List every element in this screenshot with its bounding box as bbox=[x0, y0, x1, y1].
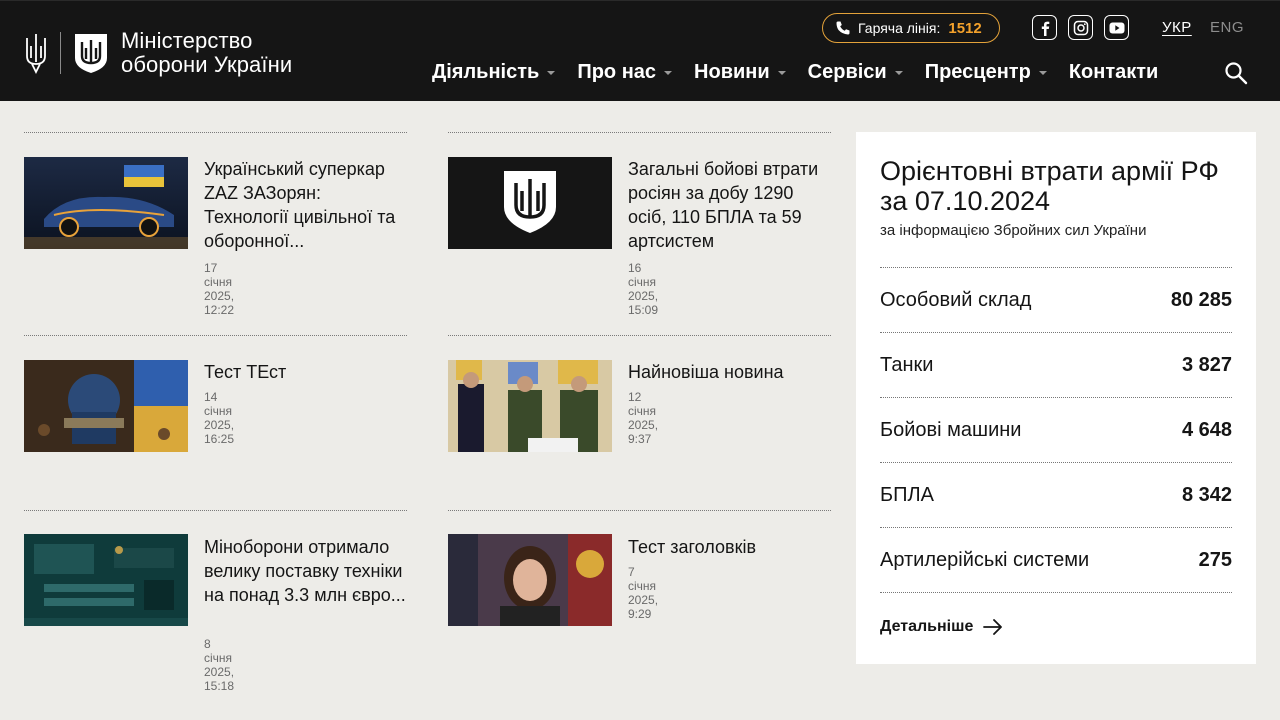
losses-row-value: 80 285 bbox=[1170, 288, 1232, 311]
losses-row: Артилерійські системи 275 bbox=[880, 527, 1232, 592]
losses-more-label: Детальніше bbox=[880, 618, 974, 635]
news-divider bbox=[24, 335, 407, 336]
nav-item-presscenter[interactable]: Пресцентр bbox=[925, 61, 1047, 84]
news-divider bbox=[448, 335, 831, 336]
nav-item-services[interactable]: Сервіси bbox=[808, 61, 903, 84]
lang-eng-link[interactable]: ENG bbox=[1210, 19, 1244, 36]
news-divider bbox=[24, 510, 407, 511]
chevron-down-icon bbox=[547, 70, 556, 75]
news-title[interactable]: Тест заголовків bbox=[628, 535, 833, 559]
logo-divider bbox=[60, 32, 61, 74]
nav-label: Діяльність bbox=[432, 61, 540, 83]
losses-panel: Орієнтовні втрати армії РФ за 07.10.2024… bbox=[856, 132, 1256, 664]
nav-label: Новини bbox=[694, 61, 770, 83]
losses-row: Бойові машини 4 648 bbox=[880, 397, 1232, 462]
chevron-down-icon bbox=[1038, 70, 1047, 75]
hotline-number: 1512 bbox=[948, 19, 982, 37]
trident-icon bbox=[26, 34, 46, 74]
losses-row-label: БПЛА bbox=[880, 483, 934, 506]
news-thumbnail[interactable] bbox=[24, 534, 188, 626]
news-date: 17 січня 2025, 12:22 bbox=[204, 261, 235, 317]
news-divider bbox=[24, 132, 407, 133]
instagram-icon bbox=[1073, 20, 1088, 35]
instagram-link[interactable] bbox=[1068, 15, 1093, 40]
news-date: 8 січня 2025, 15:18 bbox=[204, 637, 235, 693]
nav-item-news[interactable]: Новини bbox=[694, 61, 786, 84]
losses-subtitle: за інформацією Збройних сил України bbox=[880, 222, 1147, 239]
nav-label: Про нас bbox=[577, 61, 657, 83]
news-title[interactable]: Загальні бойові втрати росіян за добу 12… bbox=[628, 157, 833, 253]
losses-row-value: 275 bbox=[1198, 548, 1232, 571]
losses-row-label: Особовий склад bbox=[880, 288, 1032, 311]
logo-line-2: оборони України bbox=[121, 52, 293, 77]
nav-item-contacts[interactable]: Контакти bbox=[1069, 61, 1159, 84]
hotline-label: Гаряча лінія: bbox=[858, 20, 941, 36]
search-icon[interactable] bbox=[1224, 61, 1248, 85]
hotline-button[interactable]: Гаряча лінія: 1512 bbox=[822, 13, 1000, 43]
losses-more-link[interactable]: Детальніше bbox=[880, 618, 1003, 636]
losses-row: БПЛА 8 342 bbox=[880, 462, 1232, 527]
main-nav: Діяльність Про нас Новини Сервіси Пресце… bbox=[432, 61, 1180, 84]
losses-divider bbox=[880, 592, 1232, 593]
news-title[interactable]: Міноборони отримало велику поставку техн… bbox=[204, 535, 409, 607]
site-logo[interactable]: Міністерство оборони України bbox=[24, 29, 292, 77]
losses-row-label: Артилерійські системи bbox=[880, 548, 1090, 571]
news-title[interactable]: Український суперкар ZAZ ЗАЗорян: Технол… bbox=[204, 157, 409, 253]
ministry-shield-icon bbox=[75, 34, 107, 73]
losses-row-value: 8 342 bbox=[1181, 483, 1232, 506]
news-thumbnail[interactable] bbox=[24, 360, 188, 452]
news-title[interactable]: Тест ТЕст bbox=[204, 360, 409, 384]
losses-row-label: Танки bbox=[880, 353, 934, 376]
losses-row: Особовий склад 80 285 bbox=[880, 267, 1232, 332]
news-thumbnail[interactable] bbox=[448, 360, 612, 452]
facebook-icon bbox=[1041, 21, 1049, 36]
losses-title: Орієнтовні втрати армії РФ за 07.10.2024 bbox=[880, 156, 1219, 216]
news-date: 12 січня 2025, 9:37 bbox=[628, 390, 659, 446]
chevron-down-icon bbox=[894, 70, 903, 75]
logo-text: Міністерство оборони України bbox=[121, 29, 292, 77]
nav-label: Контакти bbox=[1068, 61, 1159, 83]
nav-item-about[interactable]: Про нас bbox=[577, 61, 673, 84]
news-thumbnail[interactable] bbox=[448, 157, 612, 249]
youtube-icon bbox=[1109, 22, 1124, 33]
chevron-down-icon bbox=[664, 70, 673, 75]
phone-icon bbox=[836, 21, 850, 35]
nav-label: Пресцентр bbox=[924, 61, 1031, 83]
news-thumbnail[interactable] bbox=[448, 534, 612, 626]
chevron-down-icon bbox=[777, 70, 786, 75]
news-date: 14 січня 2025, 16:25 bbox=[204, 390, 235, 446]
site-header: Міністерство оборони України Гаряча ліні… bbox=[0, 0, 1280, 101]
losses-row-value: 4 648 bbox=[1181, 418, 1232, 441]
nav-item-activity[interactable]: Діяльність bbox=[432, 61, 556, 84]
news-divider bbox=[448, 510, 831, 511]
news-date: 7 січня 2025, 9:29 bbox=[628, 565, 659, 621]
news-title[interactable]: Найновіша новина bbox=[628, 360, 833, 384]
lang-ukr-link[interactable]: УКР bbox=[1162, 19, 1192, 36]
news-date: 16 січня 2025, 15:09 bbox=[628, 261, 659, 317]
losses-row-value: 3 827 bbox=[1181, 353, 1232, 376]
losses-row: Танки 3 827 bbox=[880, 332, 1232, 397]
news-thumbnail[interactable] bbox=[24, 157, 188, 249]
losses-row-label: Бойові машини bbox=[880, 418, 1022, 441]
youtube-link[interactable] bbox=[1104, 15, 1129, 40]
nav-label: Сервіси bbox=[807, 61, 887, 83]
arrow-right-icon bbox=[983, 619, 1003, 635]
logo-line-1: Міністерство bbox=[121, 28, 253, 53]
news-divider bbox=[448, 132, 831, 133]
facebook-link[interactable] bbox=[1032, 15, 1057, 40]
